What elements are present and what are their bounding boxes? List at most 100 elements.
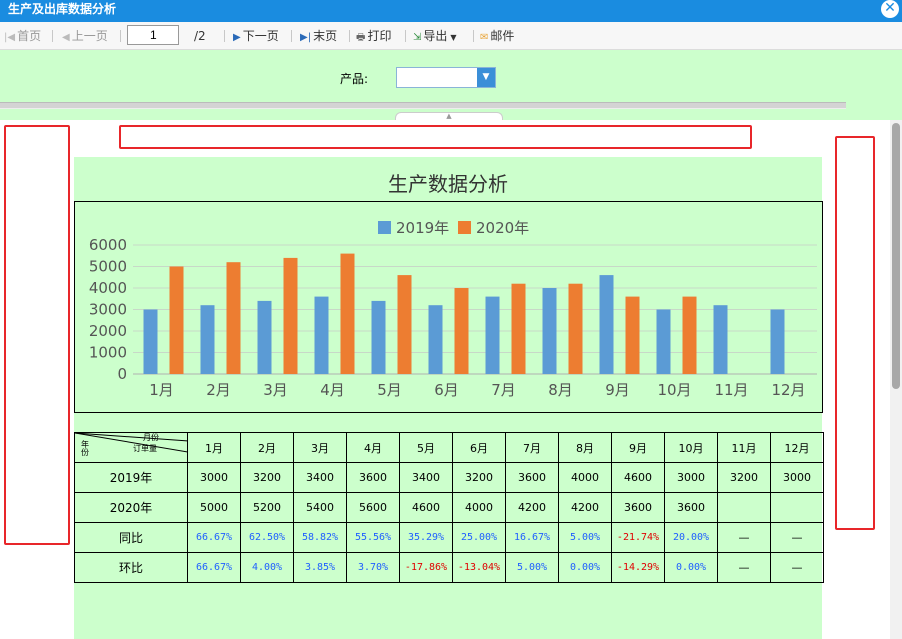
- export-icon: ⇲: [413, 32, 422, 43]
- x-tick-label: 8月: [548, 381, 573, 399]
- first-page-label: 首页: [17, 29, 42, 43]
- x-tick-label: 4月: [320, 381, 345, 399]
- export-label: 导出: [423, 29, 448, 43]
- print-button[interactable]: 🖶 打印: [356, 28, 391, 44]
- table-cell: 3400: [293, 462, 347, 493]
- bar-1: [257, 300, 272, 374]
- table-cell: 4600: [399, 492, 453, 523]
- table-cell: 5000: [187, 492, 241, 523]
- y-tick-label: 2000: [89, 322, 127, 340]
- table-cell: 5200: [240, 492, 294, 523]
- table-cell: 35.29%: [399, 522, 453, 553]
- legend-swatch: [458, 221, 471, 234]
- toolbar-divider: [349, 30, 350, 42]
- month-header-cell: 3月: [293, 432, 347, 463]
- month-header-cell: 9月: [611, 432, 665, 463]
- table-cell: 5600: [346, 492, 400, 523]
- table-cell: 5.00%: [505, 552, 559, 583]
- parameter-panel-divider: [0, 102, 846, 109]
- chevron-down-icon: ▼: [450, 33, 457, 42]
- close-icon[interactable]: ✕: [881, 0, 899, 18]
- next-page-label: 下一页: [242, 29, 279, 43]
- table-header-row: 月份 订单量 年份 1月 2月 3月 4月 5月 6月 7月 8月 9月 10月 11月 12月: [74, 432, 824, 463]
- highlight-box-left: [4, 125, 70, 545]
- window-titlebar: 生产及出库数据分析 ✕: [0, 0, 902, 22]
- last-page-label: 末页: [313, 29, 338, 43]
- bar-2: [511, 283, 526, 374]
- vertical-scrollbar[interactable]: [890, 120, 902, 639]
- table-cell: -17.86%: [399, 552, 453, 583]
- last-page-button[interactable]: ▶| 末页: [300, 28, 337, 44]
- bar-chart-svg: 0 1000 2000 3000 4000 5000 6000 1月 2月 3月 4月 5月 6月 7月 8…: [89, 219, 817, 399]
- toolbar-divider: [405, 30, 406, 42]
- row-header-cell: 2019年: [74, 462, 188, 493]
- x-tick-label: 1月: [149, 381, 174, 399]
- y-tick-label: 4000: [89, 279, 127, 297]
- corner-year-label: 年份: [81, 440, 89, 457]
- y-tick-label: 1000: [89, 344, 127, 362]
- x-tick-label: 7月: [491, 381, 516, 399]
- highlight-box-top: [119, 125, 752, 149]
- printer-icon: 🖶: [356, 32, 366, 43]
- first-page-button[interactable]: |◀ 首页: [4, 28, 41, 44]
- table-cell: 4000: [452, 492, 506, 523]
- table-cell: [770, 492, 824, 523]
- bar-1: [428, 305, 443, 374]
- month-header-cell: 5月: [399, 432, 453, 463]
- table-cell: 5.00%: [558, 522, 612, 553]
- bar-1: [314, 296, 329, 374]
- table-cell: 4.00%: [240, 552, 294, 583]
- export-button[interactable]: ⇲ 导出 ▼: [413, 28, 457, 44]
- month-header-cell: 8月: [558, 432, 612, 463]
- month-header-cell: 11月: [717, 432, 771, 463]
- corner-month-label: 月份: [143, 433, 159, 442]
- table-cell: 3200: [717, 462, 771, 493]
- toolbar-divider: [291, 30, 292, 42]
- table-cell: —: [770, 522, 824, 553]
- table-cell: 3000: [770, 462, 824, 493]
- table-cell: 5400: [293, 492, 347, 523]
- y-tick-label: 3000: [89, 301, 127, 319]
- bar-2: [340, 253, 355, 374]
- row-header-cell: 同比: [74, 522, 188, 553]
- toolbar-divider: [224, 30, 225, 42]
- window-title: 生产及出库数据分析: [8, 2, 117, 16]
- bar-1: [656, 309, 671, 374]
- legend-label: 2020年: [476, 219, 529, 237]
- next-page-button[interactable]: ▶ 下一页: [233, 28, 279, 44]
- row-header-cell: 2020年: [74, 492, 188, 523]
- chevron-down-icon[interactable]: ▼: [477, 68, 495, 87]
- bar-2: [169, 266, 184, 374]
- collapse-panel-button[interactable]: ▲: [395, 112, 503, 120]
- table-row: 同比 66.67% 62.50% 58.82% 55.56% 35.29% 25.00% 16…: [74, 522, 824, 553]
- prev-page-icon: ◀: [62, 32, 70, 43]
- x-tick-label: 6月: [434, 381, 459, 399]
- month-header-cell: 2月: [240, 432, 294, 463]
- table-cell: 3200: [452, 462, 506, 493]
- page-number-input[interactable]: [127, 25, 179, 45]
- first-page-icon: |◀: [4, 32, 16, 43]
- prev-page-button[interactable]: ◀ 上一页: [62, 28, 108, 44]
- y-tick-label: 6000: [89, 236, 127, 254]
- row-header-cell: 环比: [74, 552, 188, 583]
- bar-2: [397, 275, 412, 374]
- x-tick-label: 2月: [206, 381, 231, 399]
- mail-button[interactable]: ✉ 邮件: [480, 28, 514, 44]
- toolbar-divider: [52, 30, 53, 42]
- x-tick-label: 12月: [771, 381, 805, 399]
- bar-1: [770, 309, 785, 374]
- bar-2: [682, 296, 697, 374]
- corner-orders-label: 订单量: [133, 444, 157, 453]
- scrollbar-thumb[interactable]: [892, 123, 900, 389]
- x-tick-label: 5月: [377, 381, 402, 399]
- highlight-box-right: [835, 136, 875, 530]
- table-cell: -13.04%: [452, 552, 506, 583]
- product-select[interactable]: ▼: [396, 67, 496, 88]
- table-row: 环比 66.67% 4.00% 3.85% 3.70% -17.86% -13.04% 5.0…: [74, 552, 824, 583]
- table-cell: 66.67%: [187, 552, 241, 583]
- table-cell: 3600: [611, 492, 665, 523]
- bar-1: [599, 275, 614, 374]
- mail-label: 邮件: [490, 29, 515, 43]
- bar-2: [625, 296, 640, 374]
- table-cell: 3400: [399, 462, 453, 493]
